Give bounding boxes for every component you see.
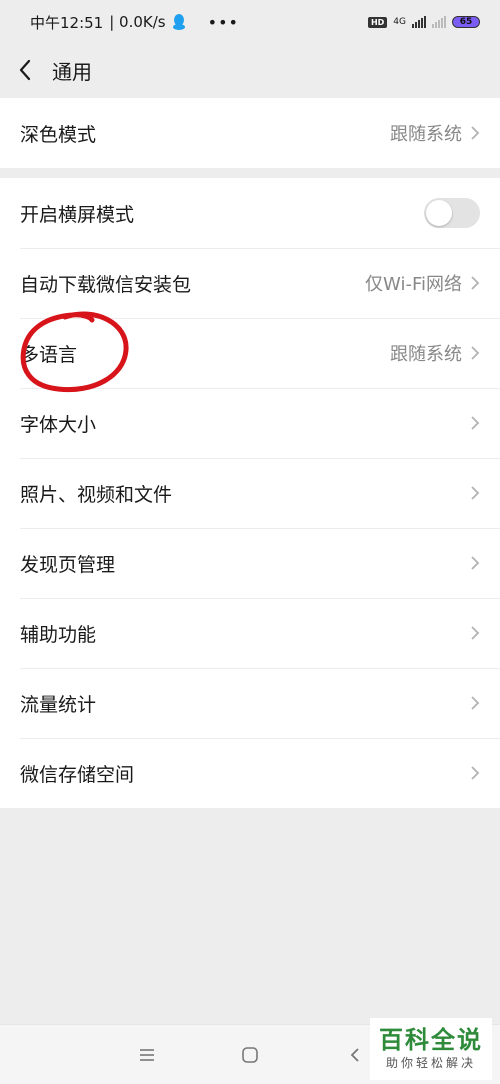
chevron-right-icon bbox=[471, 126, 480, 140]
chevron-right-icon bbox=[471, 416, 480, 430]
landscape-toggle[interactable] bbox=[424, 198, 480, 228]
menu-icon[interactable] bbox=[137, 1045, 157, 1065]
setting-storage[interactable]: 微信存储空间 bbox=[0, 738, 500, 808]
setting-label: 照片、视频和文件 bbox=[20, 483, 173, 506]
watermark-title: 百科全说 bbox=[379, 1026, 483, 1054]
setting-label: 微信存储空间 bbox=[20, 763, 135, 786]
signal-icon bbox=[412, 16, 426, 28]
setting-traffic[interactable]: 流量统计 bbox=[0, 668, 500, 738]
chevron-right-icon bbox=[471, 556, 480, 570]
setting-label: 深色模式 bbox=[20, 123, 97, 146]
status-bar: 中午12:51 | 0.0K/s ••• HD 4G 65 bbox=[0, 0, 500, 44]
home-icon[interactable] bbox=[240, 1045, 260, 1065]
battery-level: 65 bbox=[459, 17, 473, 27]
watermark-logo: 百科全说 助你轻松解决 bbox=[370, 1018, 492, 1080]
back-nav-icon[interactable] bbox=[345, 1045, 365, 1065]
setting-accessibility[interactable]: 辅助功能 bbox=[0, 598, 500, 668]
setting-label: 发现页管理 bbox=[20, 553, 116, 576]
chevron-right-icon bbox=[471, 626, 480, 640]
toggle-knob bbox=[426, 200, 452, 226]
status-time: 中午12:51 bbox=[30, 13, 104, 32]
setting-label: 流量统计 bbox=[20, 693, 97, 716]
setting-label: 辅助功能 bbox=[20, 623, 97, 646]
chevron-left-icon bbox=[19, 59, 31, 81]
hd-badge: HD bbox=[367, 16, 388, 28]
network-type: 4G bbox=[393, 17, 406, 27]
setting-font-size[interactable]: 字体大小 bbox=[0, 388, 500, 458]
setting-value: 跟随系统 bbox=[390, 344, 462, 365]
setting-label: 字体大小 bbox=[20, 413, 97, 436]
back-button[interactable] bbox=[0, 44, 50, 96]
chevron-right-icon bbox=[471, 346, 480, 360]
setting-label: 自动下载微信安装包 bbox=[20, 273, 192, 296]
chevron-right-icon bbox=[471, 276, 480, 290]
setting-value: 跟随系统 bbox=[390, 124, 462, 145]
watermark-subtitle: 助你轻松解决 bbox=[385, 1056, 476, 1070]
setting-auto-download[interactable]: 自动下载微信安装包 仅Wi-Fi网络 bbox=[0, 248, 500, 318]
signal-icon-secondary bbox=[432, 16, 446, 28]
nav-bar: 通用 bbox=[0, 44, 500, 96]
setting-language[interactable]: 多语言 跟随系统 bbox=[0, 318, 500, 388]
page-title: 通用 bbox=[52, 59, 92, 84]
setting-landscape-mode: 开启横屏模式 bbox=[0, 178, 500, 248]
setting-label: 多语言 bbox=[20, 343, 78, 366]
chevron-right-icon bbox=[471, 766, 480, 780]
settings-group-general: 开启横屏模式 自动下载微信安装包 仅Wi-Fi网络 多语言 跟随系统 字体大小 … bbox=[0, 178, 500, 808]
setting-value: 仅Wi-Fi网络 bbox=[365, 274, 462, 295]
setting-discover[interactable]: 发现页管理 bbox=[0, 528, 500, 598]
settings-group-display: 深色模式 跟随系统 bbox=[0, 98, 500, 168]
setting-media[interactable]: 照片、视频和文件 bbox=[0, 458, 500, 528]
chevron-right-icon bbox=[471, 696, 480, 710]
setting-dark-mode[interactable]: 深色模式 跟随系统 bbox=[0, 98, 500, 168]
more-dots-icon: ••• bbox=[207, 12, 239, 32]
status-speed: | 0.0K/s bbox=[109, 13, 166, 31]
qq-icon bbox=[172, 14, 185, 30]
chevron-right-icon bbox=[471, 486, 480, 500]
battery-icon: 65 bbox=[452, 16, 480, 28]
setting-label: 开启横屏模式 bbox=[20, 203, 135, 226]
